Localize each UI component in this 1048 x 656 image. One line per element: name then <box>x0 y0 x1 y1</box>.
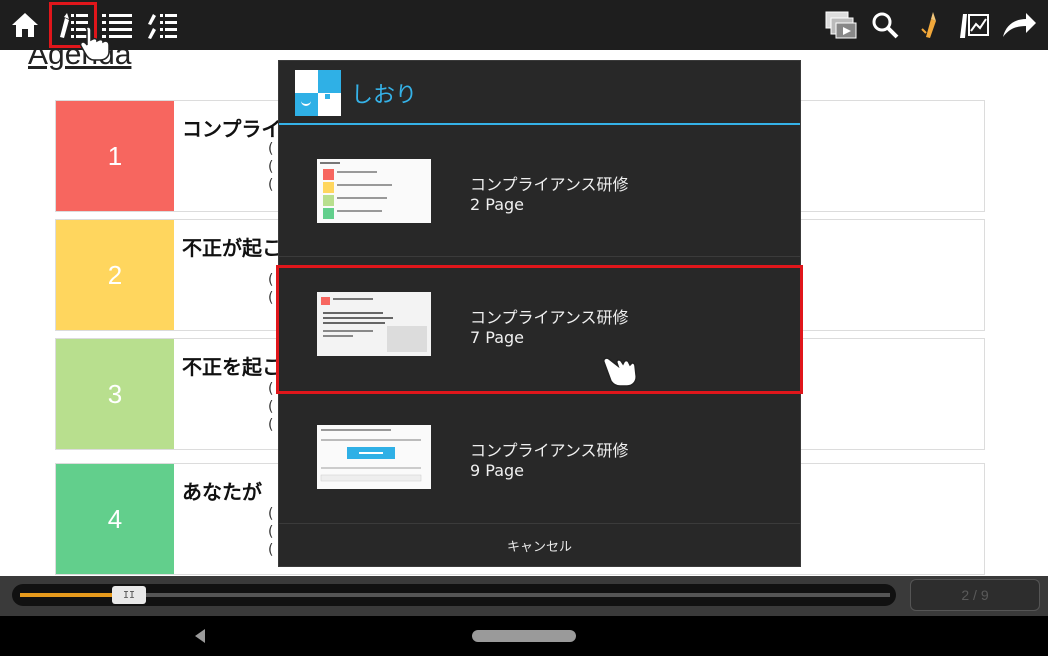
bookmark-page: 9 Page <box>470 461 524 480</box>
page-indicator: 2 / 9 <box>910 579 1040 611</box>
share-icon[interactable] <box>1000 6 1038 44</box>
agenda-title: コンプライ <box>182 117 282 141</box>
agenda-subitem: ( <box>268 399 274 415</box>
agenda-title: 不正が起こ <box>182 236 282 260</box>
hand-cursor-icon <box>603 357 637 387</box>
slider-track <box>20 593 890 597</box>
page-slider-bar: II 2 / 9 <box>0 576 1048 616</box>
separator <box>279 256 800 257</box>
dialog-title: しおり <box>351 83 418 108</box>
agenda-subitem: ( <box>268 159 274 175</box>
slider-handle[interactable]: II <box>112 586 146 604</box>
system-nav-bar <box>0 616 1048 656</box>
page-slider[interactable]: II <box>12 584 896 606</box>
hand-cursor-icon <box>79 26 110 61</box>
home-icon[interactable] <box>6 6 44 44</box>
agenda-number: 1 <box>56 101 174 211</box>
agenda-subitem: ( <box>268 506 274 522</box>
agenda-title: あなたが <box>182 480 262 504</box>
agenda-subitem: ( <box>268 417 274 433</box>
annotation-icon[interactable] <box>954 6 992 44</box>
bookmark-item[interactable]: コンプライアンス研修 9 Page <box>279 393 800 515</box>
slider-progress <box>20 593 124 597</box>
agenda-subitem: ( <box>268 272 274 288</box>
agenda-number: 4 <box>56 464 174 574</box>
cancel-button[interactable]: キャンセル <box>279 523 800 566</box>
page-flip-icon[interactable] <box>822 6 860 44</box>
agenda-number: 2 <box>56 220 174 330</box>
back-icon[interactable] <box>195 629 205 643</box>
page-thumbnail <box>317 425 431 489</box>
agenda-subitem: ( <box>268 542 274 558</box>
agenda-subitem: ( <box>268 141 274 157</box>
dialog-header: しおり <box>279 61 800 123</box>
home-pill-icon[interactable] <box>472 630 576 642</box>
bookmark-page: 2 Page <box>470 195 524 214</box>
agenda-subitem: ( <box>268 177 274 193</box>
bookmark-title: コンプライアンス研修 <box>470 175 629 194</box>
agenda-number: 3 <box>56 339 174 449</box>
agenda-subitem: ( <box>268 290 274 306</box>
app-logo-icon <box>295 70 341 116</box>
agenda-subitem: ( <box>268 381 274 397</box>
agenda-title: 不正を起こ <box>182 355 282 379</box>
app-screen: Agenda 1 コンプライ ( ( ( 2 不正が起こ ( ( 3 不正を起こ… <box>0 0 1048 656</box>
agenda-subitem: ( <box>268 524 274 540</box>
bookmark-item[interactable]: コンプライアンス研修 2 Page <box>279 125 800 247</box>
search-icon[interactable] <box>866 6 904 44</box>
highlight-frame <box>276 265 803 394</box>
page-thumbnail <box>317 159 431 223</box>
top-toolbar <box>0 0 1048 61</box>
marker-pen-icon[interactable] <box>910 6 948 44</box>
marker-list-icon[interactable] <box>143 6 181 44</box>
bookmark-title: コンプライアンス研修 <box>470 441 629 460</box>
